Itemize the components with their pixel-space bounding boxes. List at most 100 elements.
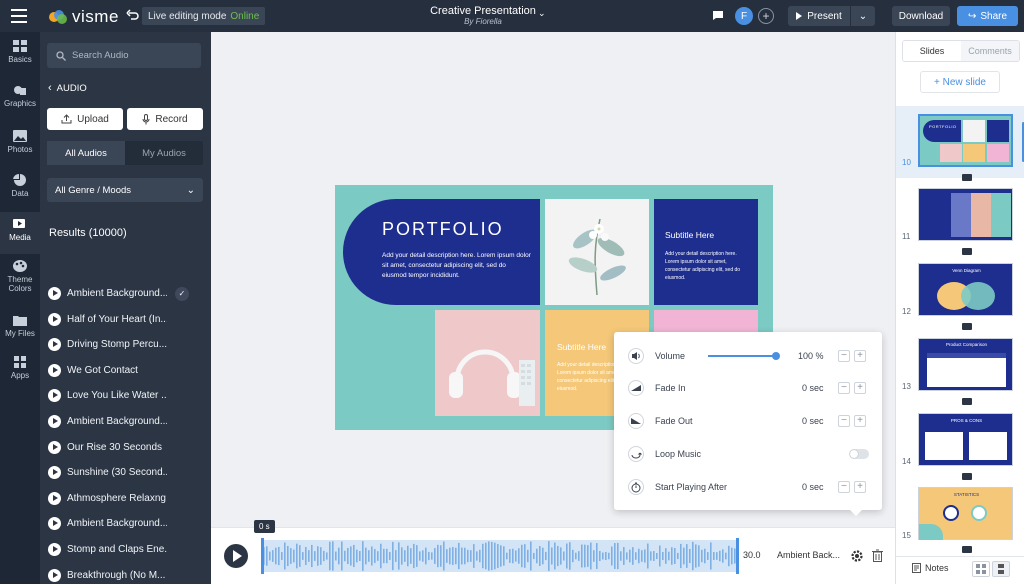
new-slide-button[interactable]: + New slide: [920, 71, 1000, 93]
tab-comments[interactable]: Comments: [961, 41, 1019, 61]
menu-icon[interactable]: [11, 9, 27, 23]
slide-description[interactable]: Add your detail description here. Lorem …: [382, 251, 532, 281]
gear-icon[interactable]: [850, 549, 864, 563]
media-icon: [13, 219, 25, 228]
slide-title[interactable]: PORTFOLIO: [382, 219, 504, 240]
slide-link-icon[interactable]: [962, 398, 972, 405]
upload-button[interactable]: Upload: [47, 108, 123, 130]
play-track-icon[interactable]: [48, 466, 61, 480]
track-item[interactable]: Ambient Background...: [48, 511, 208, 536]
play-track-icon[interactable]: [48, 338, 61, 352]
play-track-icon[interactable]: [48, 415, 61, 428]
add-collaborator-button[interactable]: +: [758, 8, 774, 24]
track-item[interactable]: Half of Your Heart (In...: [48, 307, 208, 332]
flower-image[interactable]: [545, 199, 649, 305]
track-item[interactable]: Ambient Background... ✓: [48, 281, 208, 306]
download-button[interactable]: Download: [892, 6, 950, 26]
document-title[interactable]: Creative Presentation By Fiorella: [418, 5, 548, 26]
genre-mood-select[interactable]: All Genre / Moods ⌄: [47, 178, 203, 202]
waveform-bar: [398, 542, 400, 570]
track-item[interactable]: Driving Stomp Percu...: [48, 332, 208, 357]
volume-increase-button[interactable]: +: [854, 350, 866, 362]
play-track-icon[interactable]: [48, 312, 61, 326]
volume-decrease-button[interactable]: −: [838, 350, 850, 362]
timeline-play-button[interactable]: [224, 544, 248, 568]
play-track-icon[interactable]: [48, 389, 61, 403]
portfolio-block[interactable]: PORTFOLIO Add your detail description he…: [343, 199, 540, 305]
subtitle-2[interactable]: Subtitle Here: [557, 342, 606, 352]
search-audio-input[interactable]: Search Audio: [47, 43, 201, 68]
fade-out-increase-button[interactable]: +: [854, 415, 866, 427]
fade-in-decrease-button[interactable]: −: [838, 382, 850, 394]
loop-music-toggle[interactable]: [849, 449, 869, 459]
notes-button[interactable]: Notes: [912, 563, 949, 573]
comment-icon[interactable]: [712, 10, 724, 21]
rail-item-data[interactable]: Data: [0, 174, 40, 198]
present-button[interactable]: Present: [788, 6, 850, 26]
rail-item-media[interactable]: Media: [0, 218, 40, 242]
volume-slider-handle[interactable]: [772, 352, 780, 360]
slide-thumbnail[interactable]: Venn Diagram: [918, 263, 1013, 316]
rail-item-apps[interactable]: Apps: [0, 356, 40, 380]
subtitle-1[interactable]: Subtitle Here: [665, 230, 714, 240]
track-item[interactable]: Breakthrough (No M...: [48, 563, 208, 584]
trash-icon[interactable]: [872, 549, 883, 562]
trim-handle-start[interactable]: [261, 538, 264, 574]
fade-out-label: Fade Out: [655, 416, 693, 426]
rail-item-my-files[interactable]: My Files: [0, 314, 40, 338]
play-track-icon[interactable]: [48, 287, 61, 300]
subtitle-block-1[interactable]: Subtitle Here Add your detail descriptio…: [654, 199, 758, 305]
slide-thumbnail[interactable]: [918, 188, 1013, 241]
tab-slides[interactable]: Slides: [903, 41, 961, 61]
play-track-icon[interactable]: [48, 568, 61, 582]
slide-thumbnail[interactable]: PORTFOLIO: [918, 114, 1013, 167]
waveform-track[interactable]: [261, 540, 739, 572]
slide-link-icon[interactable]: [962, 546, 972, 553]
record-button[interactable]: Record: [127, 108, 203, 130]
list-view-button[interactable]: [992, 561, 1010, 577]
rail-item-basics[interactable]: Basics: [0, 40, 40, 64]
undo-icon[interactable]: [126, 9, 139, 22]
slide-link-icon[interactable]: [962, 174, 972, 181]
photos-icon: [13, 130, 27, 142]
slide-thumbnail[interactable]: Product Comparison: [918, 338, 1013, 391]
track-item[interactable]: We Got Contact: [48, 358, 208, 383]
track-item[interactable]: Athmosphere Relaxng: [48, 486, 208, 511]
play-track-icon[interactable]: [48, 543, 61, 556]
grid-view-button[interactable]: [972, 561, 990, 577]
fade-in-increase-button[interactable]: +: [854, 382, 866, 394]
start-after-decrease-button[interactable]: −: [838, 481, 850, 493]
share-button[interactable]: ↪ Share: [957, 6, 1018, 26]
trim-handle-end[interactable]: [736, 538, 739, 574]
audio-settings-popup: Volume 100 % − + Fade In 0 sec − + Fade …: [614, 332, 882, 516]
slide-link-icon[interactable]: [962, 323, 972, 330]
visme-logo[interactable]: visme: [48, 7, 119, 27]
tab-my-audios[interactable]: My Audios: [125, 141, 203, 165]
slide-link-icon[interactable]: [962, 473, 972, 480]
play-track-icon[interactable]: [48, 517, 61, 531]
headphones-image[interactable]: [435, 310, 540, 416]
play-track-icon[interactable]: [48, 491, 61, 505]
volume-slider-track[interactable]: [708, 352, 780, 360]
track-item[interactable]: Stomp and Claps Ene...: [48, 537, 208, 562]
start-after-increase-button[interactable]: +: [854, 481, 866, 493]
subtitle-1-description[interactable]: Add your detail description here. Lorem …: [665, 250, 750, 282]
slide-thumbnail[interactable]: PROS & CONS: [918, 413, 1013, 466]
rail-item-photos[interactable]: Photos: [0, 130, 40, 154]
rail-item-graphics[interactable]: Graphics: [0, 84, 40, 108]
track-item[interactable]: Love You Like Water ...: [48, 383, 208, 408]
audio-back-link[interactable]: ‹ AUDIO: [48, 82, 87, 94]
fade-out-decrease-button[interactable]: −: [838, 415, 850, 427]
avatar[interactable]: F: [735, 7, 753, 25]
track-item[interactable]: Sunshine (30 Second...: [48, 460, 208, 485]
rail-item-theme-colors[interactable]: Theme Colors: [0, 260, 40, 293]
slide-thumbnail[interactable]: STATISTICS: [918, 487, 1013, 540]
play-track-icon[interactable]: [48, 363, 61, 377]
present-options-button[interactable]: ⌄: [851, 6, 875, 26]
slide-link-icon[interactable]: [962, 248, 972, 255]
chevron-down-icon[interactable]: ⌄: [538, 8, 546, 19]
track-item[interactable]: Our Rise 30 Seconds: [48, 435, 208, 460]
track-item[interactable]: Ambient Background...: [48, 409, 208, 434]
tab-all-audios[interactable]: All Audios: [47, 141, 125, 165]
play-track-icon[interactable]: [48, 440, 61, 454]
